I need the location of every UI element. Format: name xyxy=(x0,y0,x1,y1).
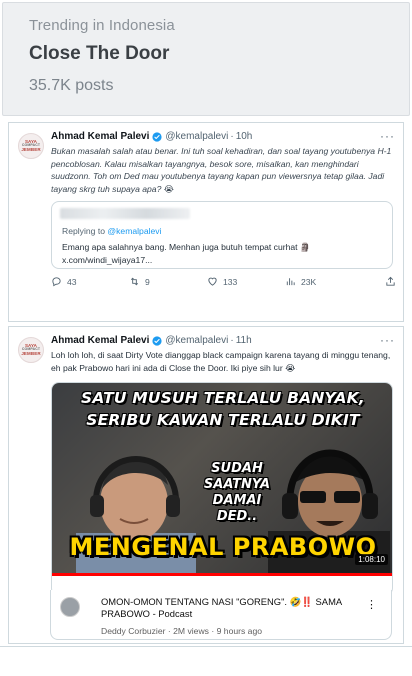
thumbnail-speech-text: SUDAH SAATNYA DAMAI DED.. xyxy=(203,461,271,525)
replying-to-label: Replying to @kemalpalevi xyxy=(62,226,162,237)
channel-avatar[interactable] xyxy=(60,597,80,617)
video-duration: 1:08:10 xyxy=(355,554,388,566)
verified-badge-icon xyxy=(152,335,162,346)
upload-age: 9 hours ago xyxy=(216,626,263,636)
trend-post-count: 35.7K posts xyxy=(29,77,114,94)
tweet-text: Bukan masalah salah atau benar. Ini tuh … xyxy=(51,146,392,194)
reply-icon xyxy=(52,277,61,287)
repost-icon xyxy=(130,278,139,286)
view-count: 2M views xyxy=(173,626,209,636)
video-more-icon[interactable]: ⋮ xyxy=(366,598,377,611)
thumbnail-headline-2: SERIBU KAWAN TERLALU DIKIT xyxy=(86,411,360,430)
tweet-text: Loh loh loh, di saat Dirty Vote dianggap… xyxy=(51,350,391,373)
author-name[interactable]: Ahmad Kemal Palevi xyxy=(51,131,149,142)
views-chart-icon xyxy=(286,278,295,286)
reply-button[interactable]: 43 xyxy=(51,276,129,287)
share-button[interactable] xyxy=(385,276,396,287)
blurred-quote-author xyxy=(60,208,190,220)
author-handle[interactable]: @kemalpalevi xyxy=(165,335,228,346)
repost-button[interactable]: 9 xyxy=(129,276,207,287)
channel-name[interactable]: Deddy Corbuzier xyxy=(101,626,165,636)
verified-badge-icon xyxy=(152,131,162,142)
tweet-timestamp[interactable]: 11h xyxy=(236,335,252,346)
replying-to-handle[interactable]: @kemalpalevi xyxy=(107,226,161,236)
video-meta: Deddy Corbuzier · 2M views · 9 hours ago xyxy=(101,626,263,636)
trend-title[interactable]: Close The Door xyxy=(29,43,383,65)
heart-icon xyxy=(208,278,217,287)
tweet-card[interactable]: SAYA COMPACT JEMBER ··· Ahmad Kemal Pale… xyxy=(8,122,404,322)
quoted-tweet-text: Emang apa salahnya bang. Menhan juga but… xyxy=(62,242,311,265)
trending-card[interactable]: Trending in Indonesia Close The Door 35.… xyxy=(2,2,410,116)
tweet-actions: 43 9 133 23K xyxy=(51,276,396,287)
views-button[interactable]: 23K xyxy=(285,276,355,287)
author-name[interactable]: Ahmad Kemal Palevi xyxy=(51,335,149,346)
video-progress-bar xyxy=(52,573,392,577)
quoted-tweet[interactable]: Replying to @kemalpalevi Emang apa salah… xyxy=(51,201,393,270)
thumbnail-headline-1: SATU MUSUH TERLALU BANYAK, xyxy=(81,389,365,408)
share-icon xyxy=(386,277,395,286)
video-thumbnail[interactable]: SATU MUSUH TERLALU BANYAK, SERIBU KAWAN … xyxy=(52,383,392,574)
like-button[interactable]: 133 xyxy=(207,276,285,287)
thumbnail-main-title: MENGENAL PRABOWO xyxy=(69,533,377,562)
trend-location-label: Trending in Indonesia xyxy=(29,17,175,34)
author-handle[interactable]: @kemalpalevi xyxy=(165,131,228,142)
video-preview-card[interactable]: SATU MUSUH TERLALU BANYAK, SERIBU KAWAN … xyxy=(51,382,393,597)
video-title[interactable]: OMON-OMON TENTANG NASI "GORENG". 🤣‼️ SAM… xyxy=(101,596,351,620)
tweet-timestamp[interactable]: 10h xyxy=(236,131,253,142)
next-tweet-edge xyxy=(0,646,412,676)
